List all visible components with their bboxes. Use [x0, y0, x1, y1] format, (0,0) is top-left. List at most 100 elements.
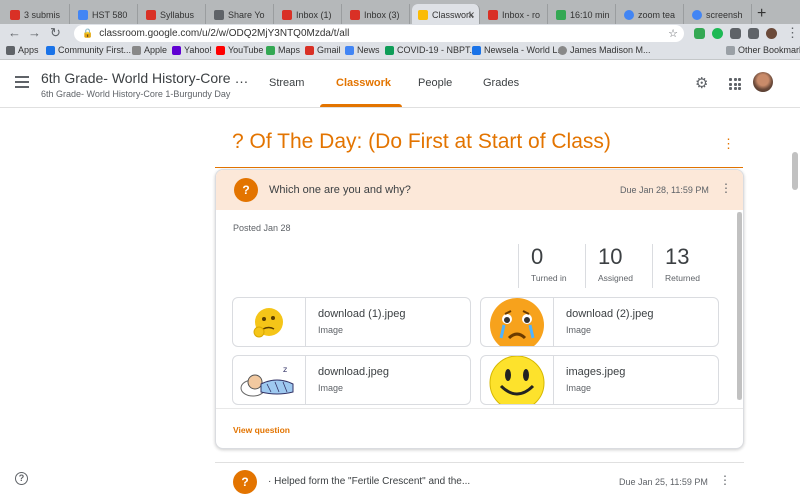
hamburger-menu-icon[interactable]: [15, 76, 29, 88]
bookmark-item[interactable]: James Madison M...: [558, 45, 651, 55]
tab-stream[interactable]: Stream: [269, 77, 304, 89]
bookmark-label: James Madison M...: [570, 45, 651, 55]
browser-tab[interactable]: Inbox (3): [344, 4, 410, 26]
attachment-type: Image: [318, 325, 344, 335]
browser-tab[interactable]: HST 580: [72, 4, 138, 26]
forward-arrow-icon[interactable]: →: [28, 25, 41, 40]
bookmark-item[interactable]: Apps: [6, 45, 39, 55]
card-scrollbar[interactable]: [737, 212, 742, 400]
bookmark-favicon-icon: [46, 45, 55, 55]
posted-date: Posted Jan 28: [233, 223, 291, 233]
tab-people[interactable]: People: [418, 77, 452, 89]
browser-tab[interactable]: screensh: [686, 4, 752, 26]
gmail-icon: [305, 45, 314, 55]
reload-icon[interactable]: ↻: [50, 25, 61, 41]
browser-tab[interactable]: Share Yo: [208, 4, 274, 26]
attachment-thumbnail: z: [233, 356, 306, 404]
bookmark-item[interactable]: COVID-19 - NBPT...: [385, 45, 477, 55]
attachment-thumbnail: [233, 298, 306, 346]
bookmark-item[interactable]: Newsela - World L...: [472, 45, 565, 55]
back-arrow-icon[interactable]: ←: [8, 25, 21, 40]
bookmark-item[interactable]: Community First...: [46, 45, 131, 55]
address-bar[interactable]: 🔒 classroom.google.com/u/2/w/ODQ2MjY3NTQ…: [74, 25, 684, 42]
classroom-header: 6th Grade- World History-Core 1-Burgundy…: [0, 60, 800, 108]
bookmark-label: Yahoo!: [184, 45, 212, 55]
stat-label: Assigned: [598, 273, 633, 283]
tab-label: screensh: [706, 10, 743, 20]
bookmark-label: COVID-19 - NBPT...: [397, 45, 478, 55]
globe-icon: [132, 45, 141, 55]
bookmark-label: News: [357, 45, 380, 55]
more-options-icon[interactable]: ⋮: [719, 473, 731, 487]
tab-classwork[interactable]: Classwork: [336, 77, 391, 89]
browser-menu-icon[interactable]: ⋮: [786, 25, 799, 41]
browser-tab[interactable]: 16:10 min: [550, 4, 616, 26]
bookmark-label: Community First...: [58, 45, 132, 55]
close-tab-icon[interactable]: ✕: [467, 10, 475, 21]
tab-label: Share Yo: [228, 10, 265, 20]
stat-label: Returned: [665, 273, 700, 283]
smiley-emoji-icon: [489, 356, 545, 404]
tab-label: 3 submis: [24, 10, 61, 20]
assignment-card-header[interactable]: ? Which one are you and why? Due Jan 28,…: [216, 170, 743, 210]
bookmark-item[interactable]: Gmail: [305, 45, 341, 55]
newsela-icon: [472, 45, 481, 55]
stat-turned-in[interactable]: 0 Turned in: [518, 244, 580, 288]
bookmark-item[interactable]: Apple: [132, 45, 167, 55]
tab-grades[interactable]: Grades: [483, 77, 519, 89]
browser-tab[interactable]: Syllabus: [140, 4, 206, 26]
other-bookmarks[interactable]: Other Bookmarks: [726, 45, 800, 55]
tab-favicon-icon: [556, 10, 566, 20]
gear-icon[interactable]: ⚙: [695, 74, 708, 92]
bookmark-item[interactable]: Yahoo!: [172, 45, 212, 55]
bookmark-item[interactable]: Maps: [266, 45, 300, 55]
bookmark-label: Apple: [144, 45, 168, 55]
stat-assigned[interactable]: 10 Assigned: [585, 244, 647, 288]
tab-label: Inbox - ro: [502, 10, 541, 20]
browser-tab[interactable]: 3 submis: [4, 4, 70, 26]
more-options-icon[interactable]: ⋮: [720, 181, 732, 195]
folder-icon: [726, 45, 735, 55]
extension-icon[interactable]: [694, 28, 705, 39]
tab-label: Syllabus: [160, 10, 195, 20]
extension-icon[interactable]: [748, 28, 759, 39]
topic-more-options-icon[interactable]: ⋮: [722, 136, 735, 152]
view-question-link[interactable]: View question: [233, 425, 290, 435]
google-icon: [624, 10, 634, 20]
yahoo-icon: [172, 45, 181, 55]
page-scrollbar-thumb[interactable]: [792, 152, 798, 190]
course-title[interactable]: 6th Grade- World History-Core 1-Burgundy…: [41, 70, 251, 86]
extension-icon[interactable]: [730, 28, 741, 39]
attachment-card[interactable]: download (2).jpeg Image: [480, 297, 719, 347]
attachment-card[interactable]: download (1).jpeg Image: [232, 297, 471, 347]
globe-icon: [558, 45, 567, 55]
browser-tab-active[interactable]: Classwork ✕: [412, 4, 480, 26]
help-icon[interactable]: ?: [15, 472, 28, 485]
browser-tab[interactable]: Inbox - ro: [482, 4, 548, 26]
attachment-thumbnail: [481, 298, 554, 346]
gmail-icon: [488, 10, 498, 20]
attachment-name: download (2).jpeg: [566, 308, 654, 320]
maps-icon: [266, 45, 275, 55]
assignment-title: Which one are you and why?: [269, 184, 411, 196]
attachment-card[interactable]: images.jpeg Image: [480, 355, 719, 405]
bookmarks-bar: Apps Community First... Apple Yahoo! You…: [0, 43, 800, 60]
attachment-card[interactable]: z download.jpeg Image: [232, 355, 471, 405]
url-text: classroom.google.com/u/2/w/ODQ2MjY3NTQ0M…: [99, 28, 350, 39]
bookmark-item[interactable]: News: [345, 45, 380, 55]
stat-number: 10: [598, 244, 623, 269]
bookmark-item[interactable]: YouTube: [216, 45, 263, 55]
avatar[interactable]: [753, 72, 773, 92]
browser-tab[interactable]: Inbox (1): [276, 4, 342, 26]
bookmark-star-icon[interactable]: ☆: [668, 27, 678, 40]
stat-returned[interactable]: 13 Returned: [652, 244, 714, 288]
tab-favicon-icon: [78, 10, 88, 20]
google-apps-icon[interactable]: [729, 78, 741, 90]
browser-tab[interactable]: zoom tea: [618, 4, 684, 26]
assignment-row[interactable]: ? · Helped form the "Fertile Crescent" a…: [215, 462, 744, 500]
new-tab-icon[interactable]: +: [757, 5, 766, 23]
grammarly-icon[interactable]: [712, 28, 723, 39]
bookmark-favicon-icon: [385, 45, 394, 55]
card-scrollbar-thumb[interactable]: [737, 212, 742, 400]
profile-avatar-icon[interactable]: [766, 28, 777, 39]
